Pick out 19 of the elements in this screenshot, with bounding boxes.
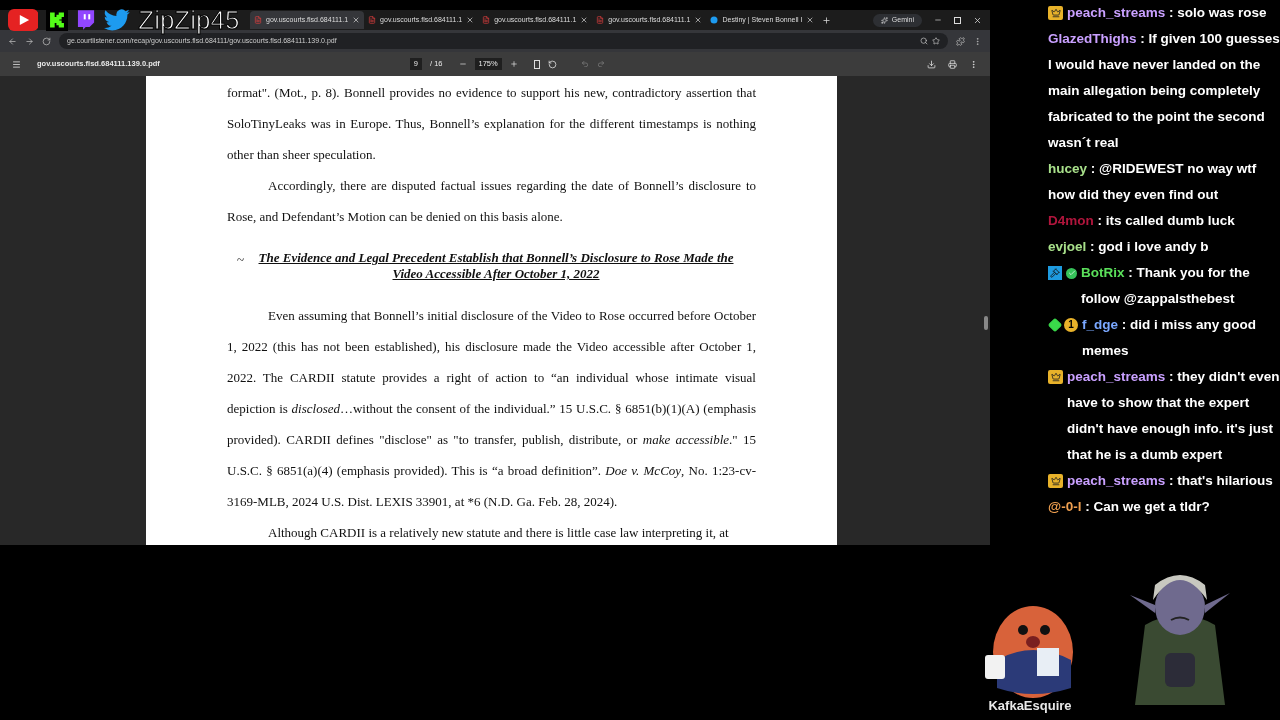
- chat-message: f_dge : did i miss any good memes: [1082, 316, 1258, 360]
- section-marker: ~: [236, 251, 244, 269]
- chat-message: BotRix : Thank you for the follow @zappalsthebest: [1081, 264, 1251, 308]
- chat-message: D4mon : its called dumb luck: [1048, 212, 1236, 230]
- document-paragraph: format". (Mot., p. 8). Bonnell provides no evidence to support his new, contradictory assertion that SoloTinyLeaks was in Europe. Thus, Bonnell’s explanation for the different timestamps is nothing other than sheer speculation.: [227, 84, 756, 164]
- document-paragraph: Even assuming that Bonnell’s initial disclosure of the Video to Rose occurred before October 1, 2022 (this has not been established), his disclosure made the Video accessible after October 1, 2022. The CARDII statute provides a right of action to “an individual whose intimate visual depiction is disclosed…without the consent of the individual.” 15 U.S.C. § 6851(b)(1)(A) (emphasis provided). CARDII defines "disclose" as "to transfer, publish, distribute, or make accessible." 15 U.S.C. § 6851(a)(4) (emphasis provided). This is “a broad definition”. Doe v. McCoy, No. 1:23-cv-3169-MLB, 2024 U.S. Dist. LEXIS 33901, at *6 (N.D. Ga. Feb. 28, 2024).: [227, 307, 756, 511]
- chat-message: peach_streams : they didn't even have to show that the expert didn't have enough info. it's just that he is a dumb expert: [1067, 368, 1280, 464]
- avatar-label: KafkaEsquire: [988, 696, 1072, 715]
- chat-message: @-0-l : Can we get a tldr?: [1048, 498, 1211, 516]
- chat-message: hucey : @RIDEWEST no way wtf how did they even find out: [1048, 160, 1258, 204]
- chat-message: peach_streams : that's hilarious: [1067, 472, 1274, 490]
- chat-message: peach_streams : solo was rose: [1067, 4, 1268, 22]
- document-paragraph: Accordingly, there are disputed factual issues regarding the date of Bonnell’s disclosure to Rose, and Defendant’s Motion can be denied on this basis alone.: [227, 177, 756, 226]
- chat-message: GlazedThighs : If given 100 guesses I would have never landed on the main allegation being completely fabricated to the point the second wasn´t real: [1048, 30, 1280, 152]
- count-badge: 1: [1064, 318, 1078, 332]
- document-paragraph: Although CARDII is a relatively new statute and there is little case law interpreting it, at: [267, 524, 730, 542]
- streamer-name: ZipZip45: [138, 7, 240, 33]
- chat-message: evjoel : god i love andy b: [1048, 238, 1210, 256]
- section-heading: The Evidence and Legal Precedent Establish that Bonnell’s Disclosure to Rose Made the Video Accessible After October 1, 2022: [257, 250, 735, 282]
